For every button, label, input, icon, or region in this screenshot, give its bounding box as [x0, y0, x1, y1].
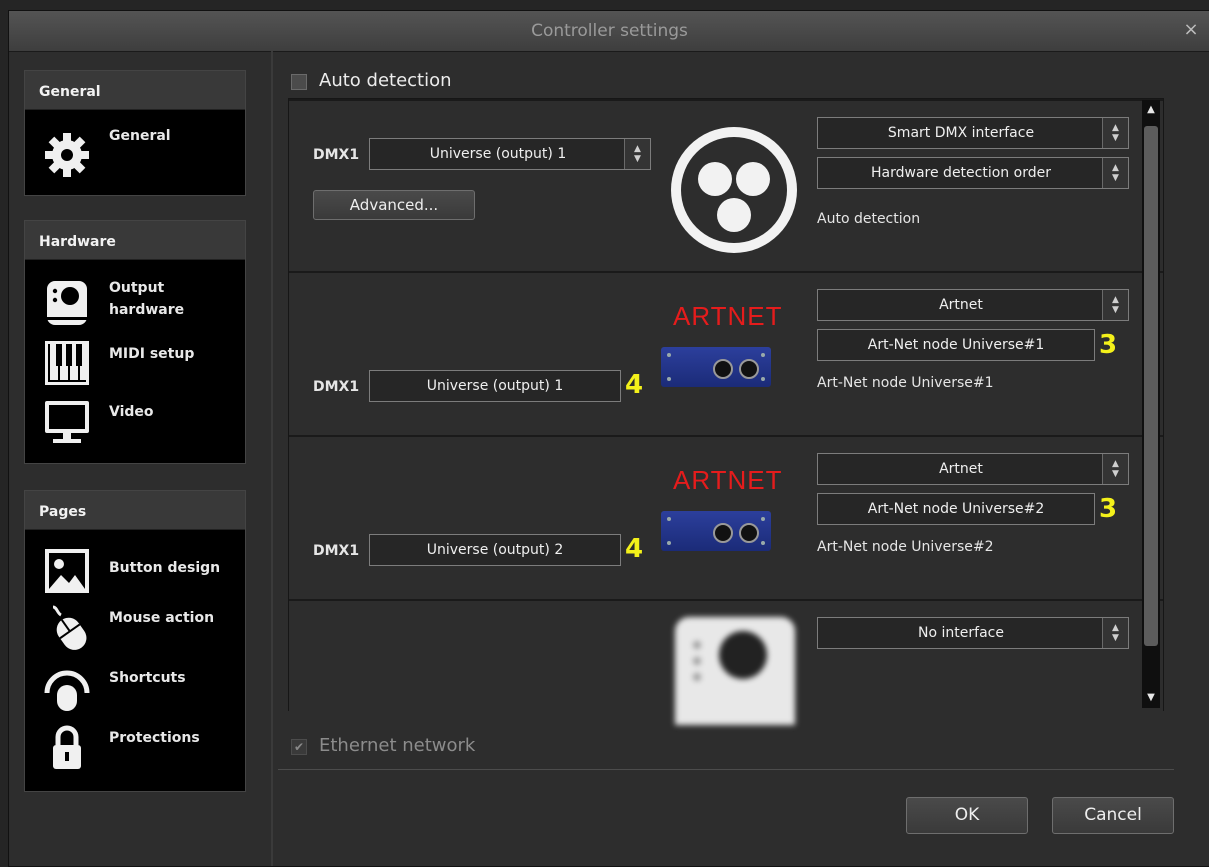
dmx-label: DMX1: [313, 543, 360, 559]
sidebar-item-mouse-action[interactable]: Mouse action: [25, 603, 245, 659]
footer-divider: [278, 769, 1174, 770]
artnet-node-device: [661, 347, 771, 387]
interface-value: Artnet: [939, 461, 983, 477]
auto-detection-label: Auto detection: [319, 70, 452, 91]
monitor-icon: [45, 401, 89, 443]
sidebar-group-header: Hardware: [25, 221, 245, 260]
universe-field[interactable]: Universe (output) 2: [369, 534, 621, 566]
advanced-button[interactable]: Advanced...: [313, 190, 475, 220]
spin-arrows-icon[interactable]: ▲ ▼: [1102, 158, 1128, 188]
universe-field[interactable]: Universe (output) 1: [369, 370, 621, 402]
artnet-logo-text: ARTNET: [673, 465, 783, 495]
universe-value: Universe (output) 1: [426, 378, 564, 394]
artnet-node-device: [661, 511, 771, 551]
interface-select[interactable]: Artnet ▲ ▼: [817, 289, 1129, 321]
sidebar-item-shortcuts[interactable]: Shortcuts: [25, 663, 245, 719]
artnet-node-field[interactable]: Art-Net node Universe#2: [817, 493, 1095, 525]
dmx-label: DMX1: [313, 379, 360, 395]
scroll-down-icon[interactable]: ▼: [1142, 690, 1160, 706]
interface-value: Smart DMX interface: [887, 125, 1035, 141]
spin-arrows-icon[interactable]: ▲ ▼: [1102, 618, 1128, 648]
ok-button[interactable]: OK: [906, 797, 1028, 834]
interface-status: Art-Net node Universe#2: [817, 539, 994, 555]
sidebar-group-header: General: [25, 71, 245, 110]
universe-select[interactable]: Universe (output) 1 ▲ ▼: [369, 138, 651, 170]
sidebar-item-label: Protections: [109, 730, 200, 746]
callout-badge-3: 3: [1099, 494, 1118, 524]
universe-value: Universe (output) 2: [426, 542, 564, 558]
callout-badge-4: 4: [625, 534, 644, 564]
midi-keyboard-icon: [45, 341, 89, 385]
dmx-label: DMX1: [313, 147, 360, 163]
sidebar-group-pages: Pages Button design Mouse action Shortcu…: [24, 490, 246, 792]
scrollbar-thumb[interactable]: [1144, 126, 1158, 646]
sidebar-item-label: Shortcuts: [109, 670, 186, 686]
ethernet-network-checkbox[interactable]: ✔: [291, 739, 307, 755]
callout-badge-3: 3: [1099, 330, 1118, 360]
interface-card-artnet-1: ARTNET DMX1 Universe (output) 1 4 Artnet…: [289, 271, 1163, 436]
artnet-logo-text: ARTNET: [673, 301, 783, 331]
title-bar[interactable]: Controller settings ×: [9, 11, 1209, 52]
image-icon: [45, 549, 89, 593]
sidebar-group-general: General General: [24, 70, 246, 196]
interface-value: Artnet: [939, 297, 983, 313]
sidebar-item-video[interactable]: Video: [25, 397, 245, 453]
spin-arrows-icon[interactable]: ▲ ▼: [624, 139, 650, 169]
interface-value: No interface: [918, 625, 1004, 641]
ethernet-network-label: Ethernet network: [319, 735, 476, 756]
artnet-node-value: Art-Net node Universe#2: [867, 501, 1045, 517]
sidebar-item-label: MIDI setup: [109, 346, 195, 362]
sidebar-item-midi-setup[interactable]: MIDI setup: [25, 339, 245, 391]
spin-arrows-icon[interactable]: ▲ ▼: [1102, 290, 1128, 320]
artnet-device-image: [667, 353, 765, 381]
sidebar-group-header: Pages: [25, 491, 245, 530]
detection-order-select[interactable]: Hardware detection order ▲ ▼: [817, 157, 1129, 189]
scroll-up-icon[interactable]: ▲: [1142, 102, 1160, 118]
auto-detection-logo: [671, 127, 797, 253]
detection-order-value: Hardware detection order: [871, 165, 1051, 181]
interface-select[interactable]: No interface ▲ ▼: [817, 617, 1129, 649]
gear-icon: [45, 133, 89, 177]
window-title: Controller settings: [531, 21, 688, 41]
output-hardware-icon: [47, 281, 87, 325]
artnet-node-field[interactable]: Art-Net node Universe#1: [817, 329, 1095, 361]
no-interface-device: [675, 617, 795, 725]
sidebar-item-label: Output hardware: [109, 280, 185, 318]
sidebar-group-hardware: Hardware Output hardware MIDI setup Vide…: [24, 220, 246, 464]
close-icon[interactable]: ×: [1180, 19, 1202, 41]
sidebar-item-label: Video: [109, 404, 154, 420]
fingerprint-icon: [44, 670, 90, 711]
artnet-node-value: Art-Net node Universe#1: [867, 337, 1045, 353]
sidebar-item-protections[interactable]: Protections: [25, 723, 245, 779]
sidebar-item-label: Mouse action: [109, 610, 215, 626]
interface-status: Auto detection: [817, 211, 921, 227]
sidebar-divider: [271, 51, 273, 866]
universe-value: Universe (output) 1: [429, 146, 567, 162]
cancel-button[interactable]: Cancel: [1052, 797, 1174, 834]
panel-scrollbar[interactable]: ▲ ▼: [1142, 100, 1160, 708]
spin-arrows-icon[interactable]: ▲ ▼: [1102, 118, 1128, 148]
interface-select[interactable]: Smart DMX interface ▲ ▼: [817, 117, 1129, 149]
interface-card-artnet-2: ARTNET DMX1 Universe (output) 2 4 Artnet…: [289, 435, 1163, 600]
sidebar-item-general[interactable]: General: [25, 121, 245, 181]
interface-status: Art-Net node Universe#1: [817, 375, 994, 391]
sidebar-item-label: Button design: [109, 560, 221, 576]
interfaces-panel: DMX1 Universe (output) 1 ▲ ▼ Advanced... …: [288, 98, 1164, 725]
sidebar-item-output-hardware[interactable]: Output hardware: [25, 273, 245, 331]
sidebar-item-button-design[interactable]: Button design: [25, 543, 245, 597]
callout-badge-4: 4: [625, 370, 644, 400]
mouse-icon: [52, 605, 87, 650]
interface-card-auto: DMX1 Universe (output) 1 ▲ ▼ Advanced... …: [289, 99, 1163, 272]
artnet-device-image: [667, 517, 765, 545]
auto-detection-checkbox[interactable]: [291, 74, 307, 90]
sidebar-item-label: General: [109, 128, 171, 144]
interface-select[interactable]: Artnet ▲ ▼: [817, 453, 1129, 485]
lock-icon: [53, 725, 81, 769]
spin-arrows-icon[interactable]: ▲ ▼: [1102, 454, 1128, 484]
interface-card-none: No interface ▲ ▼: [289, 599, 1163, 725]
